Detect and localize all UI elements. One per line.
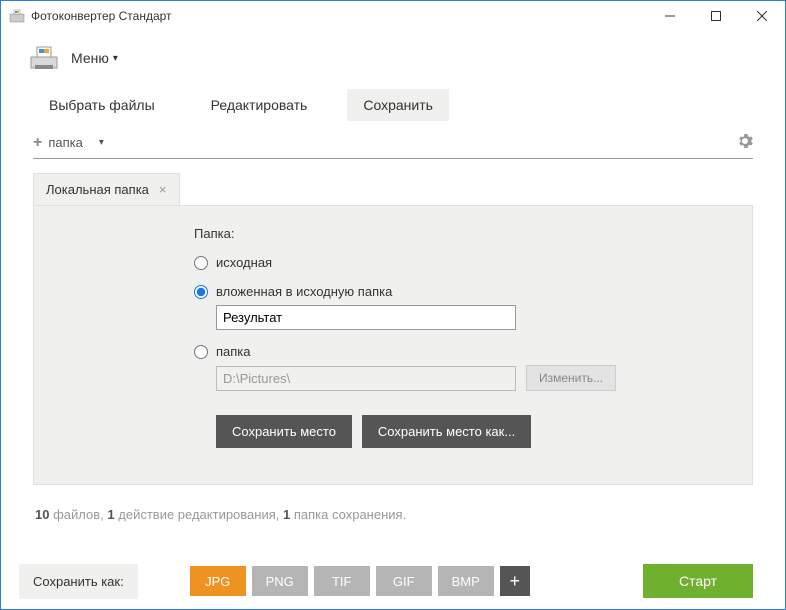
titlebar: Фотоконвертер Стандарт bbox=[1, 1, 785, 31]
menu-label: Меню bbox=[71, 50, 109, 66]
format-buttons: JPG PNG TIF GIF BMP + bbox=[190, 566, 530, 596]
app-window: Фотоконвертер Стандарт Меню ▾ Выбрать фа… bbox=[0, 0, 786, 610]
menu-button[interactable]: Меню ▾ bbox=[1, 31, 785, 89]
bottom-bar: Сохранить как: JPG PNG TIF GIF BMP + Ста… bbox=[1, 553, 785, 609]
printer-icon bbox=[29, 45, 59, 71]
gear-icon[interactable] bbox=[737, 133, 753, 152]
plus-icon: + bbox=[33, 134, 42, 152]
sub-tabs: Локальная папка × bbox=[33, 173, 753, 205]
format-tif-button[interactable]: TIF bbox=[314, 566, 370, 596]
status-action-count: 1 bbox=[107, 507, 114, 522]
format-bmp-button[interactable]: BMP bbox=[438, 566, 494, 596]
radio-nested-folder[interactable]: вложенная в исходную папка bbox=[194, 284, 752, 299]
app-title: Фотоконвертер Стандарт bbox=[31, 9, 172, 23]
radio-custom-label: папка bbox=[216, 344, 251, 359]
radio-source-folder[interactable]: исходная bbox=[194, 255, 752, 270]
status-bar: 10 файлов, 1 действие редактирования, 1 … bbox=[1, 485, 785, 544]
radio-nested-label: вложенная в исходную папка bbox=[216, 284, 392, 299]
radio-custom-folder[interactable]: папка bbox=[194, 344, 752, 359]
sub-tab-local-folder[interactable]: Локальная папка × bbox=[33, 173, 180, 205]
radio-source-input[interactable] bbox=[194, 256, 208, 270]
tab-select-files[interactable]: Выбрать файлы bbox=[33, 89, 171, 121]
nested-folder-input[interactable] bbox=[216, 305, 516, 330]
radio-custom-input[interactable] bbox=[194, 345, 208, 359]
add-folder-label: папка bbox=[48, 135, 83, 150]
add-format-button[interactable]: + bbox=[500, 566, 530, 596]
save-panel: Папка: исходная вложенная в исходную пап… bbox=[33, 205, 753, 485]
format-jpg-button[interactable]: JPG bbox=[190, 566, 246, 596]
start-button[interactable]: Старт bbox=[643, 564, 753, 598]
tab-edit[interactable]: Редактировать bbox=[195, 89, 324, 121]
folder-section-label: Папка: bbox=[194, 226, 752, 241]
add-folder-button[interactable]: + папка ▾ bbox=[33, 134, 104, 152]
status-folder-word: папка сохранения. bbox=[294, 507, 406, 522]
status-action-word: действие редактирования, bbox=[118, 507, 279, 522]
main-tabs: Выбрать файлы Редактировать Сохранить bbox=[1, 89, 785, 121]
close-button[interactable] bbox=[739, 1, 785, 31]
sub-tab-label: Локальная папка bbox=[46, 182, 149, 197]
toolbar: + папка ▾ bbox=[33, 127, 753, 159]
tab-save[interactable]: Сохранить bbox=[347, 89, 449, 121]
app-icon bbox=[9, 8, 25, 24]
status-folder-count: 1 bbox=[283, 507, 290, 522]
format-png-button[interactable]: PNG bbox=[252, 566, 308, 596]
change-path-button: Изменить... bbox=[526, 365, 616, 391]
chevron-down-icon: ▾ bbox=[99, 137, 104, 148]
radio-source-label: исходная bbox=[216, 255, 272, 270]
save-location-button[interactable]: Сохранить место bbox=[216, 415, 352, 448]
save-location-as-button[interactable]: Сохранить место как... bbox=[362, 415, 531, 448]
minimize-button[interactable] bbox=[647, 1, 693, 31]
format-gif-button[interactable]: GIF bbox=[376, 566, 432, 596]
maximize-button[interactable] bbox=[693, 1, 739, 31]
close-icon[interactable]: × bbox=[159, 182, 167, 197]
save-as-label: Сохранить как: bbox=[19, 564, 138, 599]
chevron-down-icon: ▾ bbox=[113, 53, 118, 64]
radio-nested-input[interactable] bbox=[194, 285, 208, 299]
custom-path-input bbox=[216, 366, 516, 391]
status-file-count: 10 bbox=[35, 507, 49, 522]
status-files-word: файлов, bbox=[53, 507, 104, 522]
